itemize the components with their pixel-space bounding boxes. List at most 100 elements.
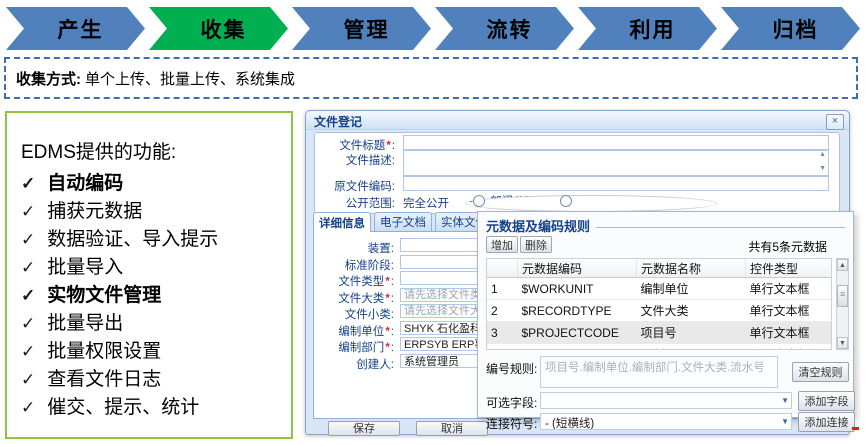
- radio-icon[interactable]: [473, 195, 485, 207]
- clear-rule-button[interactable]: 清空规则: [792, 362, 849, 382]
- scroll-up-icon[interactable]: ▲: [819, 151, 826, 158]
- flow-step-归档[interactable]: 归档: [721, 7, 860, 50]
- column-header[interactable]: 控件类型: [746, 259, 833, 278]
- table-row[interactable]: 1$WORKUNIT编制单位单行文本框: [487, 278, 832, 300]
- feature-item: ✓ 查看文件日志: [21, 366, 283, 394]
- radio-icon[interactable]: [465, 195, 717, 212]
- radio-label: 完全公开: [403, 195, 449, 211]
- required-mark: *: [385, 326, 389, 338]
- connector-select[interactable]: - (短横线) ▼: [540, 413, 792, 430]
- field-label: 标准阶段:: [314, 257, 394, 273]
- add-row-button[interactable]: 增加: [486, 236, 518, 253]
- table-scrollbar[interactable]: ▲ ▼: [836, 258, 849, 350]
- feature-item: ✓ 数据验证、导入提示: [21, 226, 283, 254]
- feature-text: 捕获元数据: [47, 201, 142, 222]
- feature-text: 批量导入: [47, 257, 123, 278]
- check-icon: ✓: [21, 370, 35, 389]
- features-list: ✓自动编码✓捕获元数据✓数据验证、导入提示✓批量导入✓实物文件管理✓批量导出✓批…: [21, 170, 283, 422]
- flow-step-流转[interactable]: 流转: [435, 7, 574, 50]
- check-icon: ✓: [21, 174, 35, 193]
- table-row[interactable]: 4$DEPARTMENT编制部门单行文本框: [487, 344, 832, 351]
- dialog-title: 文件登记: [314, 115, 362, 129]
- field-label: 文件小类:: [314, 306, 394, 322]
- metadata-table: 元数据编码元数据名称控件类型1$WORKUNIT编制单位单行文本框2$RECOR…: [486, 258, 832, 350]
- check-icon: ✓: [21, 342, 35, 361]
- table-row[interactable]: 2$RECORDTYPE文件大类单行文本框: [487, 300, 832, 322]
- check-icon: ✓: [21, 398, 35, 417]
- feature-text: 批量导出: [47, 313, 123, 334]
- radio-完全公开[interactable]: 完全公开: [403, 195, 449, 211]
- control-type: 单行文本框: [746, 300, 833, 322]
- check-icon: ✓: [21, 286, 35, 305]
- dialog-titlebar[interactable]: 文件登记 ×: [306, 111, 849, 130]
- column-header[interactable]: [487, 259, 518, 278]
- delete-row-button[interactable]: 删除: [520, 236, 552, 253]
- tab-电子文档[interactable]: 电子文档: [374, 212, 432, 231]
- metadata-toolbar: 增加 删除: [486, 236, 552, 253]
- feature-item: ✓ 批量权限设置: [21, 338, 283, 366]
- feature-item: ✓ 批量导出: [21, 310, 283, 338]
- row-number: 3: [487, 322, 518, 344]
- table-row[interactable]: 3$PROJECTCODE项目号单行文本框: [487, 322, 832, 344]
- row-number: 4: [487, 344, 518, 351]
- numbering-rule-box[interactable]: 项目号.编制单位.编制部门.文件大类.流水号: [540, 356, 778, 388]
- add-connector-button[interactable]: 添加连接: [798, 412, 855, 432]
- radio-icon[interactable]: [560, 195, 572, 207]
- 文件标题-input[interactable]: [403, 135, 829, 150]
- optional-field-select[interactable]: ▼: [540, 392, 792, 409]
- column-header[interactable]: 元数据编码: [518, 259, 637, 278]
- save-button[interactable]: 保存: [328, 421, 400, 436]
- meta-code: $DEPARTMENT: [518, 344, 637, 351]
- scroll-down-icon[interactable]: ▼: [819, 165, 826, 172]
- scrollbar-thumb[interactable]: [837, 285, 848, 307]
- connector-value: - (短横线): [545, 418, 594, 430]
- check-icon: ✓: [21, 314, 35, 333]
- features-box: EDMS提供的功能: ✓ 自动编码 ✓ 捕获元数据 ✓ 数据验证、导入提示 ✓ 批量导入 ✓实物…: [5, 111, 293, 439]
- chevron-down-icon[interactable]: ▼: [781, 417, 789, 426]
- field-label: 文件类型*:: [314, 273, 394, 289]
- features-title: EDMS提供的功能:: [21, 137, 283, 164]
- control-type: 单行文本框: [746, 344, 833, 351]
- tab-详细信息[interactable]: 详细信息: [313, 212, 371, 232]
- scope-radio-group: 完全公开部门公开私密: [403, 193, 839, 212]
- metadata-panel-title: 元数据及编码规则: [486, 216, 590, 235]
- field-label: 创建人:: [314, 356, 394, 372]
- process-flow: 产生收集管理流转利用归档: [6, 7, 860, 50]
- required-mark: *: [386, 140, 390, 152]
- optional-field-label: 可选字段:: [486, 394, 537, 411]
- check-icon: ✓: [21, 258, 35, 277]
- chevron-down-icon[interactable]: ▼: [781, 396, 789, 405]
- feature-text: 催交、提示、统计: [47, 397, 199, 418]
- legend-line: [596, 227, 845, 228]
- cancel-button[interactable]: 取消: [416, 421, 488, 436]
- feature-item: ✓实物文件管理: [21, 282, 283, 310]
- field-label: 装置:: [314, 240, 394, 256]
- collect-method-label: 收集方式:: [16, 68, 81, 89]
- collect-method-box: 收集方式: 单个上传、批量上传、系统集成: [4, 57, 858, 99]
- check-icon: ✓: [21, 230, 35, 249]
- required-mark: *: [385, 276, 389, 288]
- flow-step-产生[interactable]: 产生: [6, 7, 145, 50]
- feature-text: 批量权限设置: [47, 341, 161, 362]
- flow-step-管理[interactable]: 管理: [292, 7, 431, 50]
- column-header[interactable]: 元数据名称: [637, 259, 746, 278]
- close-icon[interactable]: ×: [826, 114, 844, 130]
- flow-step-收集[interactable]: 收集: [149, 7, 288, 50]
- feature-text: 数据验证、导入提示: [47, 229, 218, 250]
- add-field-button[interactable]: 添加字段: [798, 391, 855, 411]
- 文件描述-textarea[interactable]: [403, 150, 829, 176]
- scroll-up-icon[interactable]: ▲: [837, 259, 848, 271]
- feature-item: ✓ 批量导入: [21, 254, 283, 282]
- check-icon: ✓: [21, 202, 35, 221]
- metadata-count: 共有5条元数据: [748, 238, 827, 255]
- field-label: 文件标题*:: [315, 137, 395, 153]
- meta-code: $PROJECTCODE: [518, 322, 637, 344]
- rule-label: 编号规则:: [486, 360, 537, 377]
- meta-name: 项目号: [637, 322, 746, 344]
- feature-text: 自动编码: [47, 173, 123, 194]
- feature-text: 查看文件日志: [47, 369, 161, 390]
- row-number: 1: [487, 278, 518, 300]
- 原文件编码-input[interactable]: [403, 176, 829, 191]
- flow-step-利用[interactable]: 利用: [578, 7, 717, 50]
- scroll-down-icon[interactable]: ▼: [837, 337, 848, 349]
